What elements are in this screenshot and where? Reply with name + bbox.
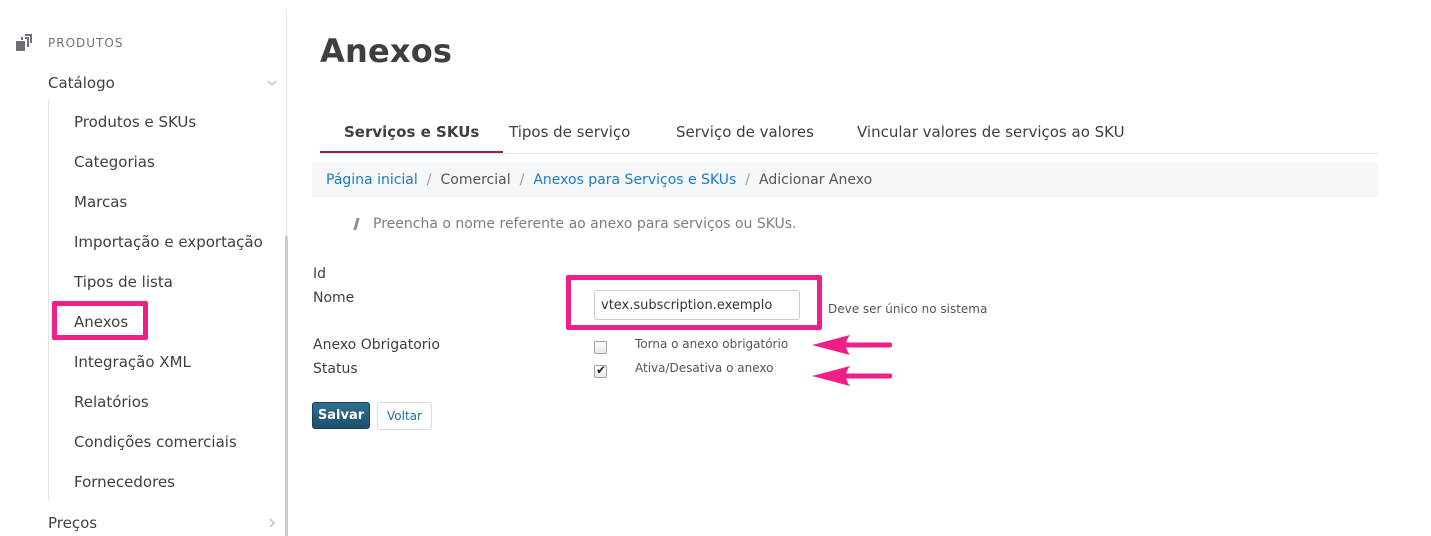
sidebar-precos-label: Preços <box>48 514 98 532</box>
sidebar-precos[interactable]: Preços <box>48 512 278 534</box>
tab-bar: Serviços e SKUs Tipos de serviço Serviço… <box>320 112 1378 154</box>
breadcrumb: Página inicial / Comercial / Anexos para… <box>312 162 1378 197</box>
sidebar-catalog[interactable]: Catálogo <box>48 72 278 94</box>
required-checkbox[interactable] <box>594 341 607 354</box>
breadcrumb-home-link[interactable]: Página inicial <box>326 172 418 188</box>
save-button[interactable]: Salvar <box>312 402 370 429</box>
breadcrumb-separator: / <box>426 171 432 188</box>
tab-servicos-skus[interactable]: Serviços e SKUs <box>320 112 504 153</box>
breadcrumb-separator: / <box>519 171 525 188</box>
id-label: Id <box>313 266 327 282</box>
highlight-box-name-input <box>566 275 822 330</box>
sidebar-item-integracao-xml[interactable]: Integração XML <box>74 351 191 373</box>
status-label: Status <box>313 361 358 377</box>
help-note: Preencha o nome referente ao anexo para … <box>353 216 797 232</box>
back-button[interactable]: Voltar <box>377 402 432 430</box>
arrow-left-icon <box>812 335 892 355</box>
status-hint: Ativa/Desativa o anexo <box>635 361 774 375</box>
help-text: Preencha o nome referente ao anexo para … <box>373 216 797 232</box>
section-label: PRODUTOS <box>48 36 124 50</box>
sidebar-item-fornecedores[interactable]: Fornecedores <box>74 471 175 493</box>
tab-vincular-valores[interactable]: Vincular valores de serviços ao SKU <box>857 112 1125 153</box>
sidebar-item-importacao-exportacao[interactable]: Importação e exportação <box>74 231 263 253</box>
breadcrumb-separator: / <box>745 171 751 188</box>
highlight-box-anexos <box>52 301 148 340</box>
chevron-right-icon <box>269 518 275 528</box>
section-header-produtos[interactable]: PRODUTOS <box>16 34 123 52</box>
sidebar-item-tipos-lista[interactable]: Tipos de lista <box>74 271 173 293</box>
sidebar-item-produtos-skus[interactable]: Produtos e SKUs <box>74 111 196 133</box>
required-hint: Torna o anexo obrigatório <box>635 337 789 351</box>
sidebar-catalog-label: Catálogo <box>48 74 115 92</box>
breadcrumb-commercial: Comercial <box>440 171 511 188</box>
required-label: Anexo Obrigatorio <box>313 337 440 353</box>
help-marker-icon <box>353 218 360 230</box>
page-title: Anexos <box>320 32 453 70</box>
breadcrumb-annexes-link[interactable]: Anexos para Serviços e SKUs <box>533 172 736 188</box>
submenu-guide-line <box>48 100 49 500</box>
sidebar-item-condicoes-comerciais[interactable]: Condições comerciais <box>74 431 237 453</box>
status-checkbox[interactable]: ✔ <box>594 363 607 378</box>
sidebar-item-categorias[interactable]: Categorias <box>74 151 155 173</box>
sidebar-item-marcas[interactable]: Marcas <box>74 191 127 213</box>
arrow-left-icon <box>812 366 892 386</box>
breadcrumb-current: Adicionar Anexo <box>759 171 873 188</box>
sidebar-item-relatorios[interactable]: Relatórios <box>74 391 149 413</box>
tab-tipos-servico[interactable]: Tipos de serviço <box>509 112 630 153</box>
sidebar-scrollbar[interactable] <box>285 236 288 536</box>
name-label: Nome <box>313 290 355 306</box>
name-hint: Deve ser único no sistema <box>828 302 988 316</box>
products-icon <box>16 34 32 51</box>
sidebar: PRODUTOS Catálogo Produtos e SKUs Catego… <box>0 0 290 536</box>
tab-servico-valores[interactable]: Serviço de valores <box>676 112 814 153</box>
chevron-down-icon <box>267 80 277 86</box>
checkmark-icon: ✔ <box>596 363 607 377</box>
